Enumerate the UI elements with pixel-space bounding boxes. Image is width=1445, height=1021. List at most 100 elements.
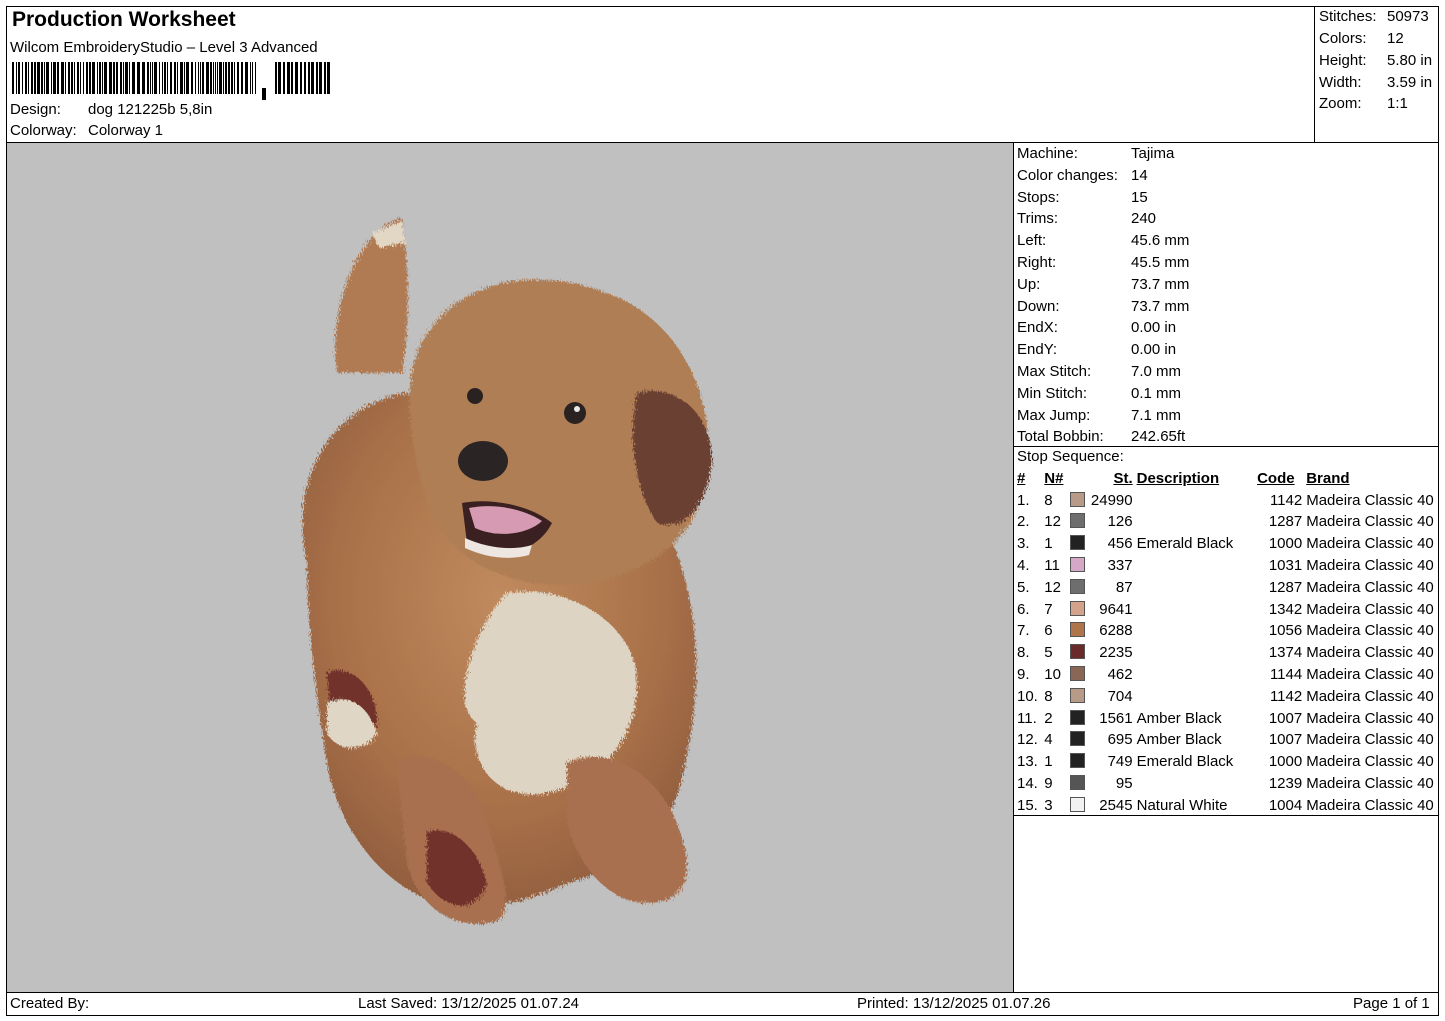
colorway-row: Colorway: Colorway 1 xyxy=(10,122,163,139)
cell-needle: 4 xyxy=(1044,731,1053,749)
cell-swatch xyxy=(1069,751,1091,773)
table-row: 2. 12 126 1287 Madeira Classic 40 xyxy=(1015,512,1445,534)
cell-brand: Madeira Classic 40 xyxy=(1306,557,1434,575)
machine-info-label: Min Stitch: xyxy=(1017,384,1088,402)
table-row: 10. 8 704 1142 Madeira Classic 40 xyxy=(1015,686,1445,708)
cell-code: 1142 xyxy=(1269,687,1303,705)
summary-label: Height: xyxy=(1319,52,1367,69)
cell-stitches: 1561 xyxy=(1099,709,1133,727)
color-swatch xyxy=(1069,731,1085,747)
cell-swatch xyxy=(1069,686,1091,708)
cell-brand: Madeira Classic 40 xyxy=(1306,731,1434,749)
cell-stitches: 95 xyxy=(1115,775,1133,793)
cell-description: Amber Black xyxy=(1136,731,1222,749)
col-header-brand: Brand xyxy=(1306,469,1350,487)
cell-index: 13. xyxy=(1017,753,1038,771)
cell-description xyxy=(1133,577,1247,599)
machine-info-row: Up: 73.7 mm xyxy=(1017,275,1437,297)
summary-value: 1:1 xyxy=(1387,95,1408,112)
cell-swatch xyxy=(1069,533,1091,555)
color-swatch xyxy=(1069,578,1085,594)
table-row: 4. 11 337 1031 Madeira Classic 40 xyxy=(1015,555,1445,577)
machine-info-label: EndX: xyxy=(1017,319,1058,337)
summary-value: 50973 xyxy=(1387,8,1429,25)
cell-description: Amber Black xyxy=(1136,709,1222,727)
cell-brand: Madeira Classic 40 xyxy=(1306,513,1434,531)
footer-printed: Printed: 13/12/2025 01.07.26 xyxy=(857,995,1051,1012)
cell-stitches: 6288 xyxy=(1099,622,1133,640)
cell-brand: Madeira Classic 40 xyxy=(1306,622,1434,640)
table-row: 6. 7 9641 1342 Madeira Classic 40 xyxy=(1015,599,1445,621)
cell-description xyxy=(1133,621,1247,643)
color-swatch xyxy=(1069,513,1085,529)
cell-description xyxy=(1133,642,1247,664)
stop-sequence-title: Stop Sequence: xyxy=(1017,448,1124,465)
cell-brand: Madeira Classic 40 xyxy=(1306,753,1434,771)
divider xyxy=(1013,446,1439,447)
cell-needle: 6 xyxy=(1044,622,1053,640)
cell-swatch xyxy=(1069,599,1091,621)
color-swatch xyxy=(1069,796,1085,812)
machine-info-label: Trims: xyxy=(1017,210,1059,228)
table-row: 3. 1 456 Emerald Black 1000 Madeira Classic 4… xyxy=(1015,533,1445,555)
dog-embroidery-image xyxy=(302,218,712,924)
machine-info-row: Stops: 15 xyxy=(1017,188,1437,210)
cell-code: 1007 xyxy=(1268,709,1303,727)
cell-stitches: 9641 xyxy=(1099,600,1133,618)
machine-info: Machine: Tajima Color changes: 14 Stops: 15 Tr… xyxy=(1017,144,1437,449)
machine-info-label: Left: xyxy=(1017,232,1047,250)
barcode xyxy=(12,62,330,100)
machine-info-row: Down: 73.7 mm xyxy=(1017,297,1437,319)
cell-stitches: 87 xyxy=(1115,578,1133,596)
machine-info-label: EndY: xyxy=(1017,341,1058,359)
machine-info-value: 0.00 in xyxy=(1131,319,1177,337)
table-row: 9. 10 462 1144 Madeira Classic 40 xyxy=(1015,664,1445,686)
cell-description xyxy=(1133,599,1247,621)
cell-description: Natural White xyxy=(1136,796,1228,814)
cell-index: 1. xyxy=(1017,491,1030,509)
cell-stitches: 695 xyxy=(1107,731,1133,749)
cell-stitches: 337 xyxy=(1107,557,1133,575)
page-title: Production Worksheet xyxy=(12,8,236,31)
color-swatch xyxy=(1069,753,1085,769)
cell-swatch xyxy=(1069,664,1091,686)
cell-index: 14. xyxy=(1017,775,1038,793)
cell-index: 5. xyxy=(1017,578,1030,596)
cell-swatch xyxy=(1069,577,1091,599)
cell-needle: 12 xyxy=(1044,513,1061,531)
cell-stitches: 456 xyxy=(1107,535,1133,553)
machine-info-label: Max Stitch: xyxy=(1017,362,1092,380)
table-row: 5. 12 87 1287 Madeira Classic 40 xyxy=(1015,577,1445,599)
cell-description xyxy=(1133,555,1247,577)
col-header-code: Code xyxy=(1257,469,1295,487)
divider xyxy=(1013,815,1439,816)
cell-code: 1000 xyxy=(1268,753,1303,771)
machine-info-row: Machine: Tajima xyxy=(1017,144,1437,166)
footer-last-saved: Last Saved: 13/12/2025 01.07.24 xyxy=(358,995,580,1012)
machine-info-value: 0.00 in xyxy=(1131,341,1177,359)
footer-created-by: Created By: xyxy=(10,995,90,1012)
cell-code: 1004 xyxy=(1268,796,1303,814)
cell-needle: 8 xyxy=(1044,491,1053,509)
table-header-row: # N# St. Description Code Brand xyxy=(1015,468,1445,490)
design-value: dog 121225b 5,8in xyxy=(88,101,213,118)
machine-info-value: 45.5 mm xyxy=(1131,253,1190,271)
machine-info-row: EndX: 0.00 in xyxy=(1017,318,1437,340)
machine-info-row: EndY: 0.00 in xyxy=(1017,340,1437,362)
cell-index: 3. xyxy=(1017,535,1030,553)
color-swatch xyxy=(1069,491,1085,507)
cell-code: 1144 xyxy=(1269,666,1303,684)
color-swatch xyxy=(1069,557,1085,573)
cell-swatch xyxy=(1069,621,1091,643)
cell-brand: Madeira Classic 40 xyxy=(1306,796,1434,814)
table-row: 12. 4 695 Amber Black 1007 Madeira Classic 40 xyxy=(1015,730,1445,752)
machine-info-row: Color changes: 14 xyxy=(1017,166,1437,188)
cell-index: 11. xyxy=(1017,709,1037,727)
colorway-value: Colorway 1 xyxy=(88,122,164,139)
cell-description xyxy=(1133,512,1247,534)
cell-stitches: 126 xyxy=(1107,513,1133,531)
cell-index: 10. xyxy=(1017,687,1038,705)
cell-brand: Madeira Classic 40 xyxy=(1306,600,1434,618)
machine-info-row: Left: 45.6 mm xyxy=(1017,231,1437,253)
machine-info-row: Max Stitch: 7.0 mm xyxy=(1017,362,1437,384)
